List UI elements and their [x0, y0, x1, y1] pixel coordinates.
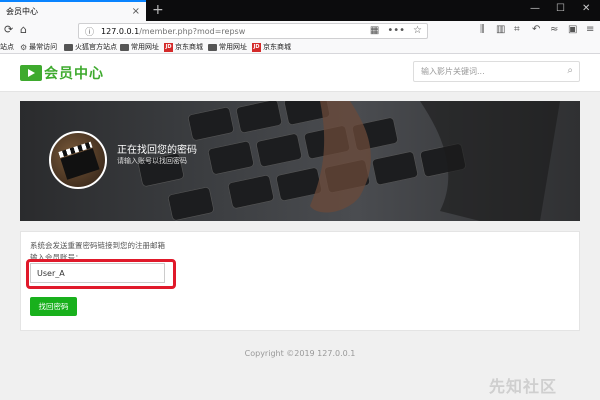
qr-code-icon[interactable]: ▦ — [370, 25, 379, 36]
browser-nav-bar: ⟳ ⌂ ⓘ 127.0.0.1/member.php?mod=repsw ▦ •… — [0, 21, 600, 41]
menu-icon[interactable]: ≡ — [586, 24, 594, 35]
form-hint: 系统会发送重置密码链接到您的注册邮箱 — [30, 241, 165, 250]
sync-icon[interactable]: ≈ — [550, 24, 558, 35]
browser-tab[interactable]: 会员中心 × — [0, 0, 146, 21]
home-icon[interactable]: ⌂ — [20, 23, 27, 36]
folder-icon — [64, 43, 73, 51]
folder-icon — [208, 43, 217, 51]
username-label: 输入会员账号： — [30, 253, 83, 262]
new-tab-button[interactable]: + — [152, 2, 164, 18]
search-icon[interactable]: ⌕ — [567, 65, 573, 76]
screenshot-icon[interactable]: ⌗ — [514, 24, 520, 35]
search-input[interactable]: 输入影片关键词... — [421, 66, 485, 77]
url-path: /member.php?mod=repsw — [139, 26, 246, 36]
gear-icon: ⚙ — [20, 42, 28, 52]
sidebar-icon[interactable]: ▥ — [496, 24, 505, 35]
site-header: 会员中心 输入影片关键词... ⌕ — [0, 54, 600, 92]
bookmark-item[interactable]: ⚙ 最常访问 — [20, 42, 57, 52]
maximize-icon[interactable]: ☐ — [556, 3, 565, 14]
logo-text: 会员中心 — [44, 66, 104, 82]
hero-banner: 正在找回您的密码 请输入账号以找回密码 — [20, 101, 580, 221]
film-icon — [20, 65, 42, 81]
tab-title: 会员中心 — [6, 7, 38, 16]
avatar — [49, 131, 107, 189]
jd-icon: JD — [252, 42, 261, 52]
jd-icon: JD — [164, 42, 173, 52]
library-icon[interactable]: ⫼ — [480, 24, 485, 35]
close-window-icon[interactable]: ✕ — [582, 3, 590, 14]
username-field[interactable] — [30, 263, 165, 283]
search-box[interactable]: 输入影片关键词... ⌕ — [413, 61, 580, 82]
copyright: Copyright ©2019 127.0.0.1 — [244, 349, 356, 358]
url-host: 127.0.0.1 — [101, 26, 140, 36]
bookmark-item[interactable]: 站点 — [0, 42, 14, 52]
bookmark-item[interactable]: JD 京东商城 — [164, 42, 203, 52]
bookmark-item[interactable]: 常用网址 — [208, 42, 247, 52]
bookmark-star-icon[interactable]: ☆ — [413, 25, 422, 36]
clapperboard-icon — [60, 148, 100, 180]
bookmark-item[interactable]: 火狐官方站点 — [64, 42, 117, 52]
browser-tab-bar: 会员中心 × + — ☐ ✕ — [0, 0, 600, 21]
info-icon[interactable]: ⓘ — [85, 25, 94, 38]
bookmark-item[interactable]: JD 京东商城 — [252, 42, 291, 52]
bookmark-item[interactable]: 常用网址 — [120, 42, 159, 52]
page-actions-icon[interactable]: ••• — [387, 25, 405, 36]
banner-subtitle: 请输入账号以找回密码 — [117, 157, 187, 165]
undo-icon[interactable]: ↶ — [532, 24, 540, 35]
watermark: 先知社区 — [489, 377, 558, 396]
minimize-icon[interactable]: — — [530, 3, 540, 14]
extension-icon[interactable]: ▣ — [568, 24, 577, 35]
address-bar[interactable]: ⓘ 127.0.0.1/member.php?mod=repsw ▦ ••• ☆ — [78, 23, 428, 39]
bookmarks-bar: 站点 ⚙ 最常访问 火狐官方站点 常用网址 JD 京东商城 常用网址 JD 京东商城 — [0, 41, 600, 54]
folder-icon — [120, 43, 129, 51]
close-tab-icon[interactable]: × — [132, 6, 140, 17]
reload-icon[interactable]: ⟳ — [4, 23, 13, 36]
site-logo[interactable]: 会员中心 — [20, 62, 104, 84]
banner-title: 正在找回您的密码 — [117, 145, 197, 156]
reset-password-panel: 系统会发送重置密码链接到您的注册邮箱 输入会员账号： 找回密码 — [20, 231, 580, 331]
recover-password-button[interactable]: 找回密码 — [30, 297, 77, 316]
